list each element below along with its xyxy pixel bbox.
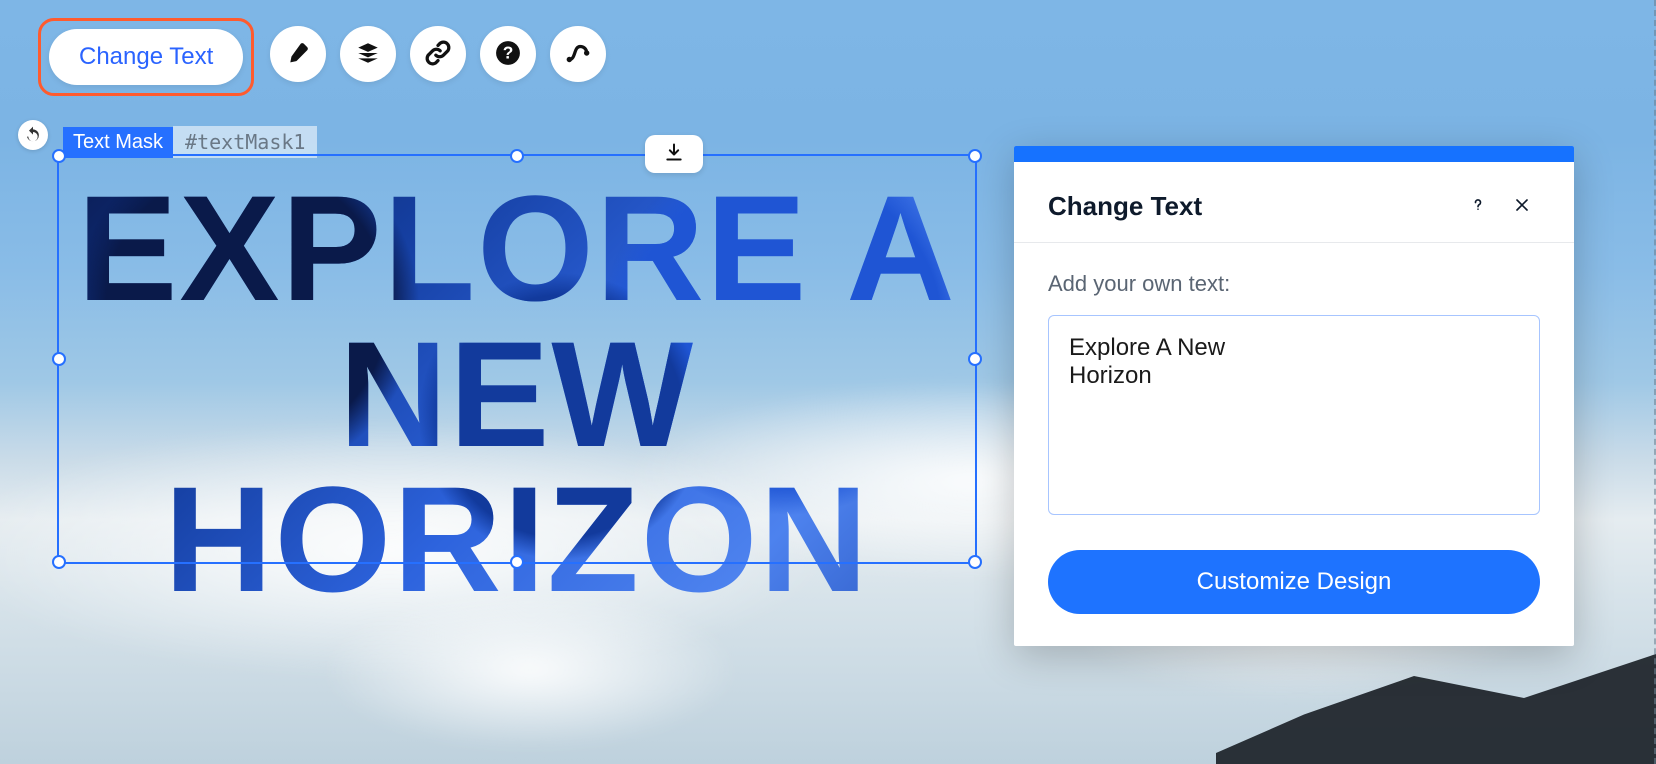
panel-title: Change Text xyxy=(1048,191,1452,222)
help-icon: ? xyxy=(495,40,521,69)
resize-handle-l[interactable] xyxy=(52,352,66,366)
download-element-button[interactable] xyxy=(645,135,703,173)
download-icon xyxy=(664,142,684,167)
help-icon xyxy=(1468,195,1488,218)
resize-handle-tl[interactable] xyxy=(52,149,66,163)
resize-handle-tr[interactable] xyxy=(968,149,982,163)
panel-header: Change Text xyxy=(1014,162,1574,243)
element-type-label: Text Mask xyxy=(63,127,173,158)
link-button[interactable] xyxy=(410,26,466,82)
close-icon xyxy=(1512,195,1532,218)
panel-close-button[interactable] xyxy=(1504,188,1540,224)
panel-help-button[interactable] xyxy=(1460,188,1496,224)
panel-accent-bar xyxy=(1014,146,1574,162)
resize-handle-r[interactable] xyxy=(968,352,982,366)
resize-handle-bl[interactable] xyxy=(52,555,66,569)
svg-text:?: ? xyxy=(503,42,514,62)
undo-button[interactable] xyxy=(18,120,48,150)
text-input-label: Add your own text: xyxy=(1048,271,1540,297)
link-icon xyxy=(425,40,451,69)
help-button[interactable]: ? xyxy=(480,26,536,82)
curve-icon xyxy=(565,40,591,69)
animation-button[interactable] xyxy=(340,26,396,82)
toolbar-icon-row: ? xyxy=(270,26,606,82)
change-text-panel: Change Text Add your own text: Customize… xyxy=(1014,146,1574,646)
resize-handle-t[interactable] xyxy=(510,149,524,163)
text-input[interactable] xyxy=(1048,315,1540,515)
stack-icon xyxy=(355,40,381,69)
design-brush-button[interactable] xyxy=(270,26,326,82)
resize-handle-br[interactable] xyxy=(968,555,982,569)
selection-box[interactable] xyxy=(57,154,977,564)
undo-icon xyxy=(25,126,41,145)
brush-icon xyxy=(285,40,311,69)
customize-design-button[interactable]: Customize Design xyxy=(1048,550,1540,614)
path-button[interactable] xyxy=(550,26,606,82)
change-text-button[interactable]: Change Text xyxy=(49,29,243,85)
toolbar-highlight-box: Change Text xyxy=(38,18,254,96)
resize-handle-b[interactable] xyxy=(510,555,524,569)
